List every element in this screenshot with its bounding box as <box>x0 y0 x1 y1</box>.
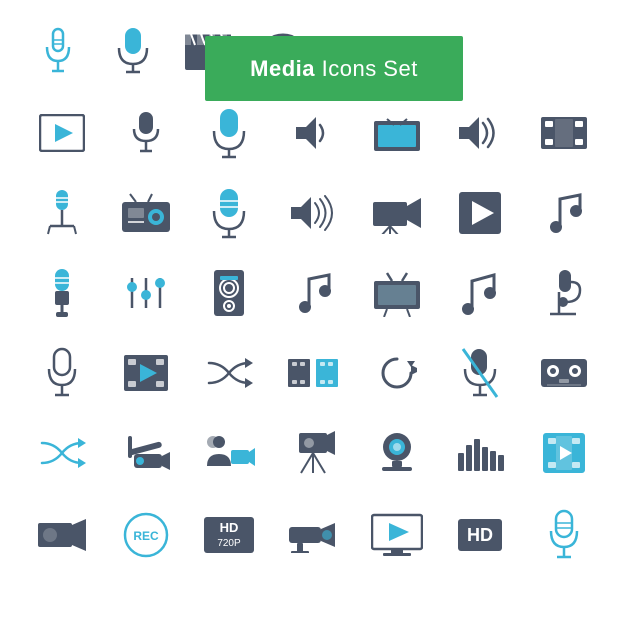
speaker-high-icon <box>443 98 518 168</box>
film-reel-icon <box>108 338 183 408</box>
video-cam2-icon <box>24 500 99 570</box>
video-camera-icon <box>359 178 434 248</box>
mic-thin-blue-icon <box>20 16 95 86</box>
tv-icon <box>359 98 434 168</box>
shuffle2-icon <box>24 418 99 488</box>
music-note2-icon <box>275 258 350 328</box>
film-double-icon <box>275 338 350 408</box>
camera-tripod-icon <box>275 418 350 488</box>
security-cam-icon <box>275 500 350 570</box>
microphone-hand-icon <box>24 258 99 328</box>
hd-badge-icon: HD <box>443 500 518 570</box>
mic-blue2-icon <box>192 178 267 248</box>
rec-button-icon: REC <box>108 500 183 570</box>
music-note-icon <box>527 178 602 248</box>
mic-blue3-icon <box>527 500 602 570</box>
film-strip2-icon <box>527 418 602 488</box>
mic-outline-icon <box>24 338 99 408</box>
speaker-low-icon <box>275 98 350 168</box>
svg-text:REC: REC <box>133 529 159 543</box>
hd720p-badge-icon: HD 720P <box>192 500 267 570</box>
music-note3-icon <box>443 258 518 328</box>
speaker-waves-icon <box>275 178 350 248</box>
shuffle-icon <box>192 338 267 408</box>
svg-text:HD: HD <box>220 520 239 535</box>
mic-off-icon <box>443 338 518 408</box>
mic-large-blue-icon <box>192 98 267 168</box>
cctv-camera-icon <box>108 418 183 488</box>
cassette-icon <box>527 338 602 408</box>
replay-icon <box>359 338 434 408</box>
svg-text:HD: HD <box>467 525 493 545</box>
radio-icon <box>108 178 183 248</box>
monitor-play-icon <box>359 500 434 570</box>
mic-small-dark-icon <box>108 98 183 168</box>
play-button-icon <box>443 178 518 248</box>
title-banner: Media Icons Set <box>205 36 463 101</box>
webcam-icon <box>359 418 434 488</box>
title-text: Media Icons Set <box>250 56 418 82</box>
video-cam-person-icon <box>192 418 267 488</box>
mic-on-stand-icon <box>24 178 99 248</box>
mic-desk-icon <box>527 258 602 328</box>
video-player-icon <box>24 98 99 168</box>
equalizer-bars-icon <box>443 418 518 488</box>
mic-filled-blue-icon <box>95 16 170 86</box>
svg-text:720P: 720P <box>218 538 242 549</box>
film-strip-icon <box>527 98 602 168</box>
tv2-icon <box>359 258 434 328</box>
speaker-box-icon <box>192 258 267 328</box>
page: Media Icons Set <box>0 0 626 626</box>
equalizer-icon <box>108 258 183 328</box>
